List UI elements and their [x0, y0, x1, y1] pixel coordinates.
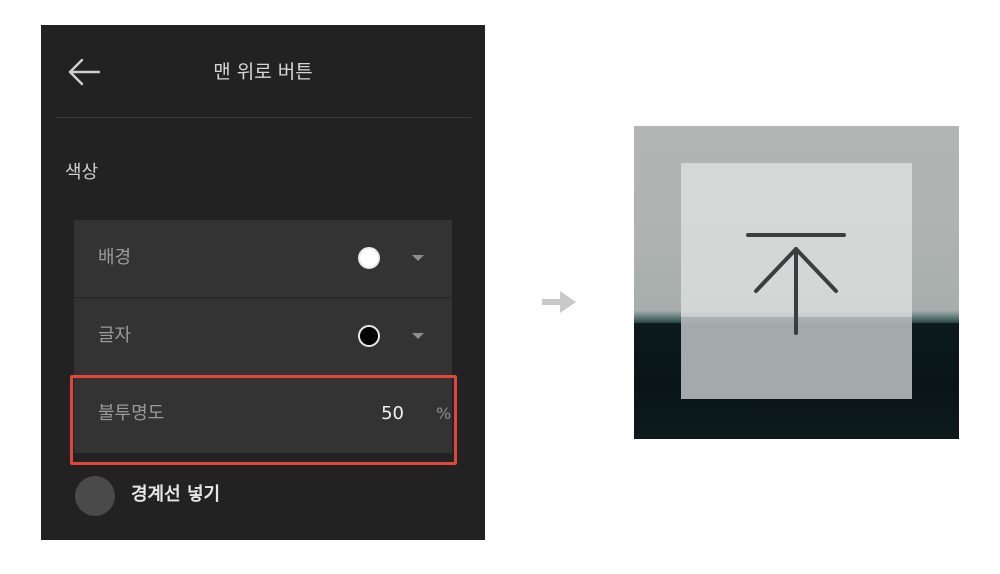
- option-label: 배경: [98, 247, 132, 268]
- opacity-unit: %: [436, 404, 452, 423]
- arrow-up-to-top-icon: [746, 233, 846, 335]
- caret-down-icon[interactable]: [412, 333, 424, 339]
- background-color-option[interactable]: 배경: [74, 220, 452, 297]
- option-label: 글자: [98, 325, 132, 346]
- settings-panel: 맨 위로 버튼 색상 배경 글자 불투명도 50 % 경계선 넣기: [41, 25, 485, 540]
- section-label-color: 색상: [65, 162, 99, 183]
- border-toggle-label: 경계선 넣기: [131, 484, 221, 505]
- preview-image: [634, 126, 959, 439]
- text-color-option[interactable]: 글자: [74, 298, 452, 375]
- arrow-right-icon: [540, 290, 580, 314]
- border-toggle[interactable]: [75, 476, 115, 516]
- caret-down-icon[interactable]: [412, 255, 424, 261]
- opacity-option: 불투명도 50 %: [74, 376, 452, 453]
- text-color-swatch[interactable]: [358, 325, 380, 347]
- opacity-label: 불투명도: [98, 403, 165, 424]
- scroll-to-top-button[interactable]: [681, 163, 912, 399]
- background-color-swatch[interactable]: [358, 247, 380, 269]
- page-title: 맨 위로 버튼: [213, 61, 313, 83]
- opacity-input[interactable]: 50: [364, 402, 404, 426]
- header-divider: [55, 117, 471, 118]
- color-options-group: 배경 글자 불투명도 50 %: [74, 220, 452, 453]
- page: 맨 위로 버튼 색상 배경 글자 불투명도 50 % 경계선 넣기: [0, 0, 1000, 574]
